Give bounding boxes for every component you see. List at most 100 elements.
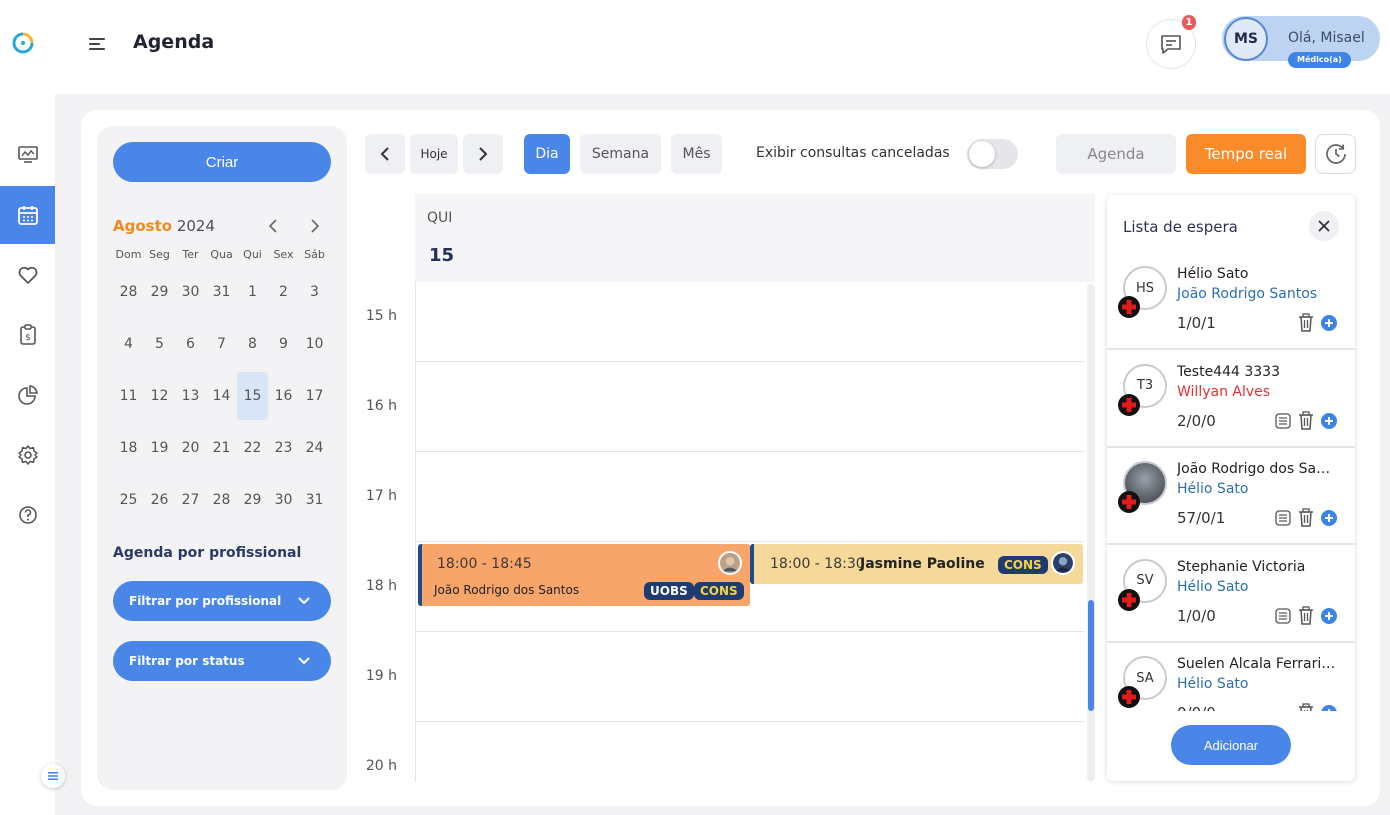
calendar-day[interactable]: 30 — [268, 476, 299, 524]
today-button[interactable]: Hoje — [410, 134, 458, 174]
appointment-card[interactable]: 18:00 - 18:45 João Rodrigo dos Santos UO… — [418, 544, 750, 606]
calendar-day[interactable]: 4 — [113, 320, 144, 368]
calendar-day[interactable]: 16 — [268, 372, 299, 420]
calendar-day[interactable]: 8 — [237, 320, 268, 368]
schedule-button[interactable] — [1319, 313, 1339, 333]
calendar-day[interactable]: 29 — [237, 476, 268, 524]
nav-reports[interactable] — [0, 366, 55, 424]
nav-health[interactable] — [0, 246, 55, 304]
nav-help[interactable] — [0, 486, 55, 544]
waitlist-item[interactable]: HS Hélio Sato João Rodrigo Santos 1/0/1 — [1107, 253, 1355, 350]
schedule-button[interactable] — [1319, 508, 1339, 528]
calendar-day[interactable]: 12 — [144, 372, 175, 420]
calendar-day[interactable]: 28 — [113, 268, 144, 316]
next-month-button[interactable] — [306, 216, 324, 236]
time-grid[interactable] — [415, 282, 1085, 782]
realtime-mode-button[interactable]: Tempo real — [1186, 134, 1306, 174]
waitlist-item[interactable]: SASuelen Alcala Ferrari AlmeidaHélio Sat… — [1107, 643, 1355, 711]
nav-agenda[interactable] — [0, 186, 55, 244]
notes-button[interactable] — [1273, 508, 1293, 528]
view-day-button[interactable]: Dia — [524, 134, 570, 174]
calendar-day[interactable]: 7 — [206, 320, 237, 368]
history-button[interactable] — [1315, 134, 1356, 174]
agenda-mode-button[interactable]: Agenda — [1056, 134, 1176, 174]
filter-status-label: Filtrar por status — [129, 654, 245, 668]
weekday-label: Sáb — [304, 248, 325, 261]
trash-icon — [1299, 605, 1313, 625]
schedule-button[interactable] — [1319, 703, 1339, 711]
sidebar-toggle-button[interactable] — [41, 764, 65, 788]
delete-button[interactable] — [1296, 605, 1316, 626]
filter-professional-label: Filtrar por profissional — [129, 594, 282, 608]
calendar-day[interactable]: 18 — [113, 424, 144, 472]
calendar-day[interactable]: 20 — [175, 424, 206, 472]
calendar-day[interactable]: 30 — [175, 268, 206, 316]
calendar-day[interactable]: 9 — [268, 320, 299, 368]
calendar-day[interactable]: 17 — [299, 372, 330, 420]
year: 2024 — [176, 217, 216, 235]
show-cancelled-toggle[interactable] — [967, 139, 1018, 169]
add-waitlist-button[interactable]: Adicionar — [1171, 725, 1291, 765]
delete-button[interactable] — [1296, 703, 1316, 711]
hour-label: 15 h — [365, 308, 397, 324]
prev-month-button[interactable] — [264, 216, 282, 236]
calendar-day[interactable]: 10 — [299, 320, 330, 368]
filter-professional-select[interactable]: Filtrar por profissional — [113, 581, 331, 621]
weekday-label: Qui — [243, 248, 262, 261]
app-logo-icon — [12, 32, 34, 54]
next-day-button[interactable] — [463, 134, 503, 174]
calendar-day[interactable]: 19 — [144, 424, 175, 472]
notes-button[interactable] — [1273, 606, 1293, 626]
chevron-down-icon — [298, 597, 310, 605]
waitlist-item[interactable]: T3 Teste444 3333 Willyan Alves 2/0/0 — [1107, 351, 1355, 448]
calendar-day[interactable]: 1 — [237, 268, 268, 316]
nav-billing[interactable]: $ — [0, 306, 55, 364]
create-button[interactable]: Criar — [113, 142, 331, 182]
calendar-day[interactable]: 29 — [144, 268, 175, 316]
calendar-day[interactable]: 11 — [113, 372, 144, 420]
schedule-button[interactable] — [1319, 411, 1339, 431]
nav-dashboard[interactable] — [0, 126, 55, 184]
nav-settings[interactable] — [0, 426, 55, 484]
calendar-day[interactable]: 31 — [299, 476, 330, 524]
calendar-day[interactable]: 27 — [175, 476, 206, 524]
filter-status-select[interactable]: Filtrar por status — [113, 641, 331, 681]
calendar-day-selected[interactable]: 15 — [237, 372, 268, 420]
calendar-day[interactable]: 14 — [206, 372, 237, 420]
close-waitlist-button[interactable] — [1309, 211, 1339, 241]
calendar-day[interactable]: 26 — [144, 476, 175, 524]
calendar-icon — [17, 206, 38, 225]
calendar-day[interactable]: 5 — [144, 320, 175, 368]
delete-button[interactable] — [1296, 410, 1316, 431]
delete-button[interactable] — [1296, 508, 1316, 528]
view-week-button[interactable]: Semana — [580, 134, 661, 174]
calendar-day[interactable]: 31 — [206, 268, 237, 316]
appointment-card[interactable]: 18:00 - 18:30 Jasmine Paoline CONS — [750, 544, 1083, 584]
grid-scrollbar-thumb[interactable] — [1088, 600, 1094, 711]
waitlist-professional: João Rodrigo Santos — [1177, 286, 1318, 302]
calendar-day[interactable]: 3 — [299, 268, 330, 316]
schedule-button[interactable] — [1319, 606, 1339, 626]
waitlist-patient-name: Stephanie Victoria — [1177, 558, 1306, 575]
waitlist-item[interactable]: SV Stephanie Victoria Hélio Sato 1/0/0 — [1107, 546, 1355, 643]
delete-button[interactable] — [1296, 313, 1316, 333]
medical-cross-icon — [1118, 686, 1140, 708]
calendar-day[interactable]: 28 — [206, 476, 237, 524]
view-month-button[interactable]: Mês — [671, 134, 722, 174]
user-profile-menu[interactable]: MS Olá, Misael Médico(a) — [1222, 16, 1380, 68]
calendar-day[interactable]: 23 — [268, 424, 299, 472]
prev-day-button[interactable] — [365, 134, 405, 174]
waitlist-counts: 2/0/0 — [1177, 411, 1216, 430]
calendar-day[interactable]: 21 — [206, 424, 237, 472]
calendar-day[interactable]: 13 — [175, 372, 206, 420]
calendar-day[interactable]: 22 — [237, 424, 268, 472]
calendar-day[interactable]: 25 — [113, 476, 144, 524]
waitlist-item[interactable]: João Rodrigo dos Santos Hélio Sato 57/0/1 — [1107, 448, 1355, 545]
tag-uobs: UOBS — [644, 582, 694, 600]
hour-label: 20 h — [365, 758, 397, 774]
calendar-day[interactable]: 6 — [175, 320, 206, 368]
calendar-day[interactable]: 2 — [268, 268, 299, 316]
calendar-day[interactable]: 24 — [299, 424, 330, 472]
hamburger-menu-icon[interactable] — [88, 36, 108, 52]
notes-button[interactable] — [1273, 411, 1293, 431]
